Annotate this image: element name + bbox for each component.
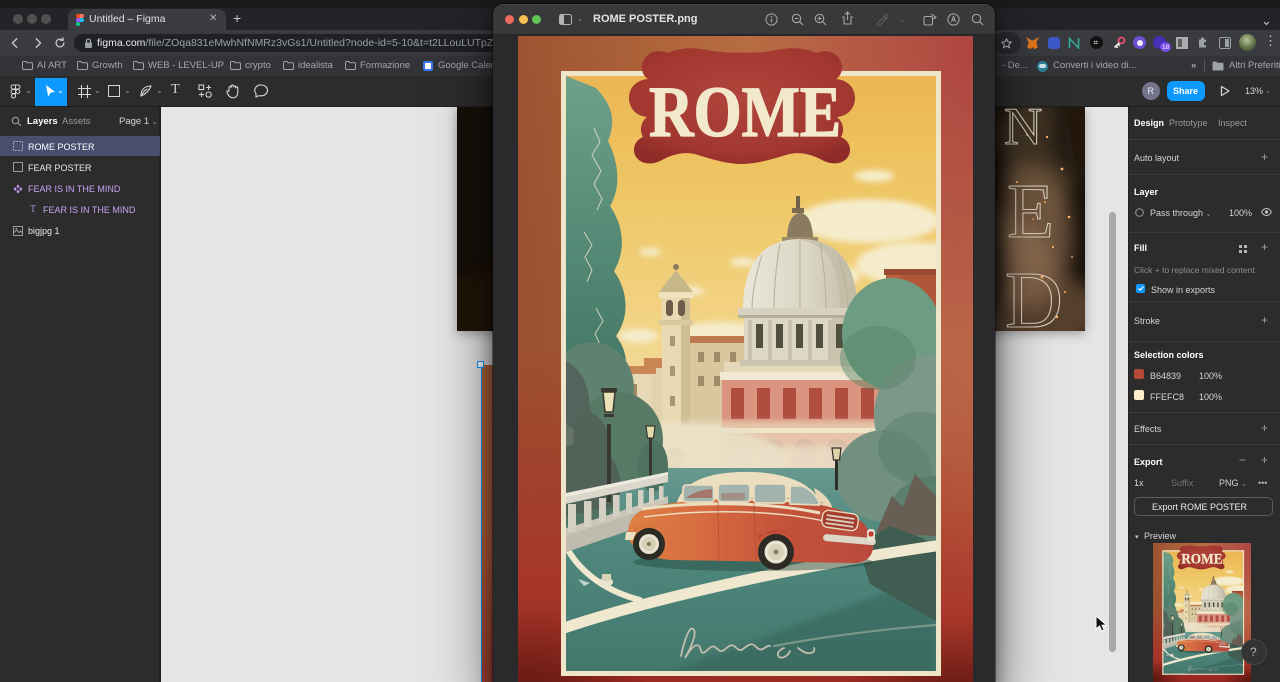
svg-text:E: E	[1007, 168, 1054, 254]
svg-text:ROME: ROME	[649, 72, 841, 152]
svg-text:D: D	[1005, 257, 1063, 331]
svg-text:N: N	[1004, 107, 1042, 156]
